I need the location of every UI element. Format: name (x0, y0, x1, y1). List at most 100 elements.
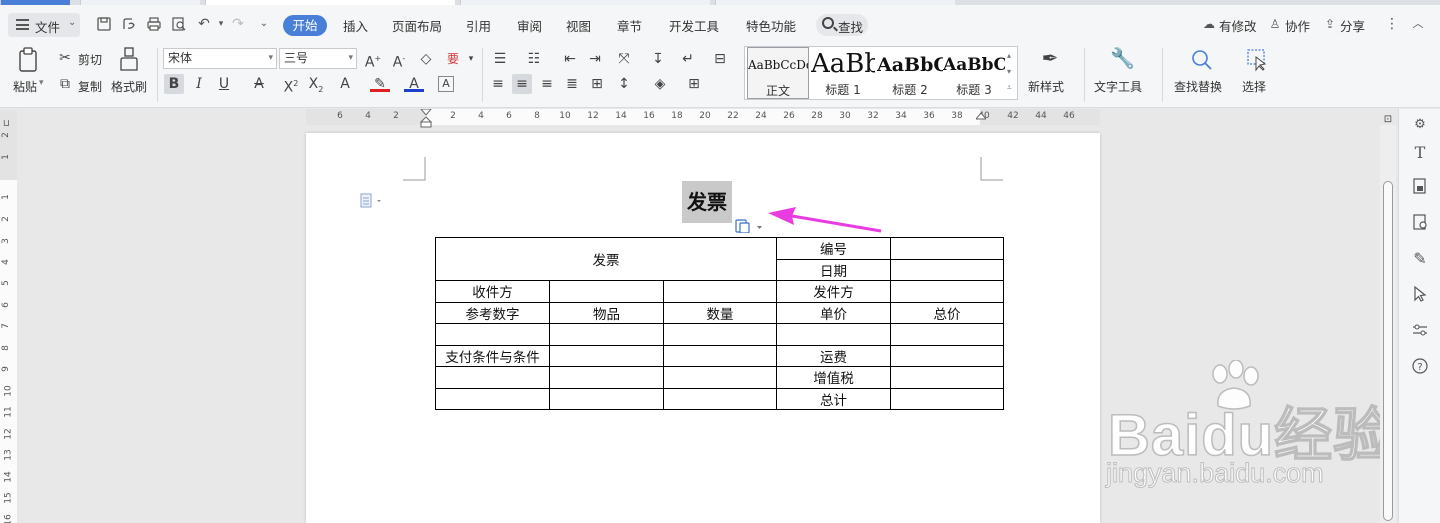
share-icon[interactable]: ⇪ (1322, 16, 1338, 32)
table-cell[interactable] (549, 323, 664, 346)
select-button[interactable]: 选择 (1242, 78, 1266, 95)
collaborate-icon[interactable]: ♙ (1267, 16, 1283, 32)
indent-marker-icon[interactable] (420, 109, 432, 129)
table-cell[interactable]: 参考数字 (435, 301, 550, 324)
cursor-select-icon[interactable] (1410, 285, 1430, 305)
style-heading-3[interactable]: AaBbC 标题 3 (943, 47, 1005, 99)
table-cell[interactable]: 增值税 (776, 366, 891, 389)
tab-references[interactable]: 引用 (466, 16, 491, 35)
cloud-sync-icon[interactable]: ☁ (1201, 16, 1217, 32)
strikethrough-button[interactable]: A (249, 74, 269, 94)
table-cell[interactable] (663, 323, 777, 346)
table-cell[interactable] (890, 344, 1004, 367)
undo-icon[interactable]: ↶ (196, 16, 212, 32)
font-color-icon[interactable]: A (404, 74, 424, 92)
text-style-icon[interactable]: T (1410, 143, 1430, 163)
copy-button[interactable]: 复制 (78, 78, 102, 95)
sliders-icon[interactable] (1410, 321, 1430, 341)
table-cell[interactable]: 日期 (776, 258, 891, 281)
table-cell[interactable]: 运费 (776, 344, 891, 367)
table-cell[interactable]: 发票 (435, 237, 777, 281)
table-cell[interactable] (435, 387, 550, 410)
table-cell[interactable] (663, 366, 777, 389)
table-cell[interactable]: 数量 (663, 301, 777, 324)
copy-icon[interactable]: ⧉ (55, 74, 75, 94)
share-button[interactable]: 分享 (1340, 16, 1365, 35)
table-cell[interactable] (435, 366, 550, 389)
tab-page-layout[interactable]: 页面布局 (392, 16, 442, 35)
wrench-icon[interactable]: 🔧 (1110, 48, 1135, 74)
select-icon[interactable] (1245, 48, 1269, 74)
grow-font-icon[interactable]: A+ (363, 49, 383, 71)
print-preview-icon[interactable] (171, 16, 187, 32)
cut-button[interactable]: 剪切 (78, 51, 102, 68)
numbered-list-icon[interactable]: ☷ (524, 49, 544, 69)
document-page[interactable]: 发票 发票 编号 日期 收件方 发件方 参考数字 物品 数量 单价 总价 支付条… (306, 133, 1100, 523)
borders-icon[interactable]: ⊞ (684, 74, 704, 94)
paste-dropdown-icon[interactable]: ▾ (39, 78, 44, 88)
style-heading-1[interactable]: AaBb 标题 1 (811, 47, 875, 99)
modified-status[interactable]: 有修改 (1219, 16, 1257, 35)
table-cell[interactable]: 总计 (776, 387, 891, 410)
undo-dropdown-icon[interactable]: ▾ (213, 16, 229, 32)
text-tools-button[interactable]: 文字工具 (1094, 78, 1142, 95)
pinyin-guide-icon[interactable]: 要 (443, 49, 463, 69)
document-title[interactable]: 发票 (682, 181, 732, 223)
line-spacing-icon[interactable]: ↕ (614, 74, 634, 94)
table-cell[interactable] (663, 344, 777, 367)
underline-button[interactable]: U (214, 74, 234, 94)
table-cell[interactable]: 总价 (890, 301, 1004, 324)
tab-view[interactable]: 视图 (566, 16, 591, 35)
format-painter-button[interactable]: 格式刷 (111, 78, 147, 95)
gallery-scroll-up-icon[interactable]: ▴ (1007, 51, 1011, 60)
table-cell[interactable] (549, 280, 664, 303)
table-cell[interactable] (549, 344, 664, 367)
text-direction-icon[interactable]: ⤧ (614, 49, 634, 69)
shrink-font-icon[interactable]: A- (389, 49, 409, 71)
vertical-scrollbar[interactable] (1380, 125, 1396, 523)
table-cell[interactable] (890, 280, 1004, 303)
table-cell[interactable] (663, 280, 777, 303)
redo-icon[interactable]: ↷ (230, 16, 246, 32)
more-options-icon[interactable]: ⋮ (1384, 16, 1400, 32)
new-style-icon[interactable]: ✒ (1038, 48, 1062, 74)
align-right-icon[interactable]: ≡ (537, 74, 557, 94)
table-cell[interactable] (549, 387, 664, 410)
decrease-indent-icon[interactable]: ⇤ (560, 49, 580, 69)
table-cell[interactable] (549, 366, 664, 389)
tab-developer[interactable]: 开发工具 (669, 16, 719, 35)
sort-icon[interactable]: ↧ (648, 49, 668, 69)
char-border-icon[interactable]: A (438, 76, 454, 92)
table-cell[interactable]: 编号 (776, 237, 891, 260)
table-cell[interactable] (890, 387, 1004, 410)
text-effect-icon[interactable]: A (335, 74, 355, 94)
scissors-icon[interactable]: ✂ (55, 48, 75, 68)
table-cell[interactable] (890, 237, 1004, 260)
shading-icon[interactable]: ◈ (650, 74, 670, 94)
collaborate-button[interactable]: 协作 (1285, 16, 1310, 35)
align-left-icon[interactable]: ≡ (488, 74, 508, 94)
document-format-icon[interactable] (1410, 177, 1430, 197)
vertical-ruler[interactable]: ⊏ 2 1 1 2 3 4 5 6 7 8 9 10 11 12 13 14 1… (0, 110, 17, 523)
horizontal-ruler[interactable]: 6 4 2 2 4 6 8 10 12 14 16 18 20 22 24 26… (306, 109, 1100, 128)
table-cell[interactable]: 收件方 (435, 280, 550, 303)
highlight-icon[interactable]: ✎ (370, 74, 390, 92)
format-painter-icon[interactable] (117, 46, 141, 72)
document-outline-icon[interactable] (360, 193, 386, 209)
chevron-down-icon[interactable]: ▾ (461, 49, 481, 69)
superscript-button[interactable]: X2 (281, 74, 301, 96)
find-replace-icon[interactable] (1190, 48, 1214, 74)
table-cell[interactable]: 支付条件与条件 (435, 344, 550, 367)
tab-chapter[interactable]: 章节 (617, 16, 642, 35)
gallery-expand-icon[interactable]: ⩡ (1007, 83, 1012, 93)
print-icon[interactable] (146, 16, 162, 32)
table-cell[interactable] (776, 323, 891, 346)
table-cell[interactable] (890, 323, 1004, 346)
tab-start[interactable]: 开始 (283, 15, 327, 36)
increase-indent-icon[interactable]: ⇥ (585, 49, 605, 69)
table-cell[interactable] (663, 387, 777, 410)
ruler-toggle-icon[interactable]: ⊡ (1382, 110, 1394, 125)
style-heading-2[interactable]: AaBbC 标题 2 (877, 47, 943, 99)
save-icon[interactable] (96, 16, 112, 32)
tab-special[interactable]: 特色功能 (746, 16, 796, 35)
